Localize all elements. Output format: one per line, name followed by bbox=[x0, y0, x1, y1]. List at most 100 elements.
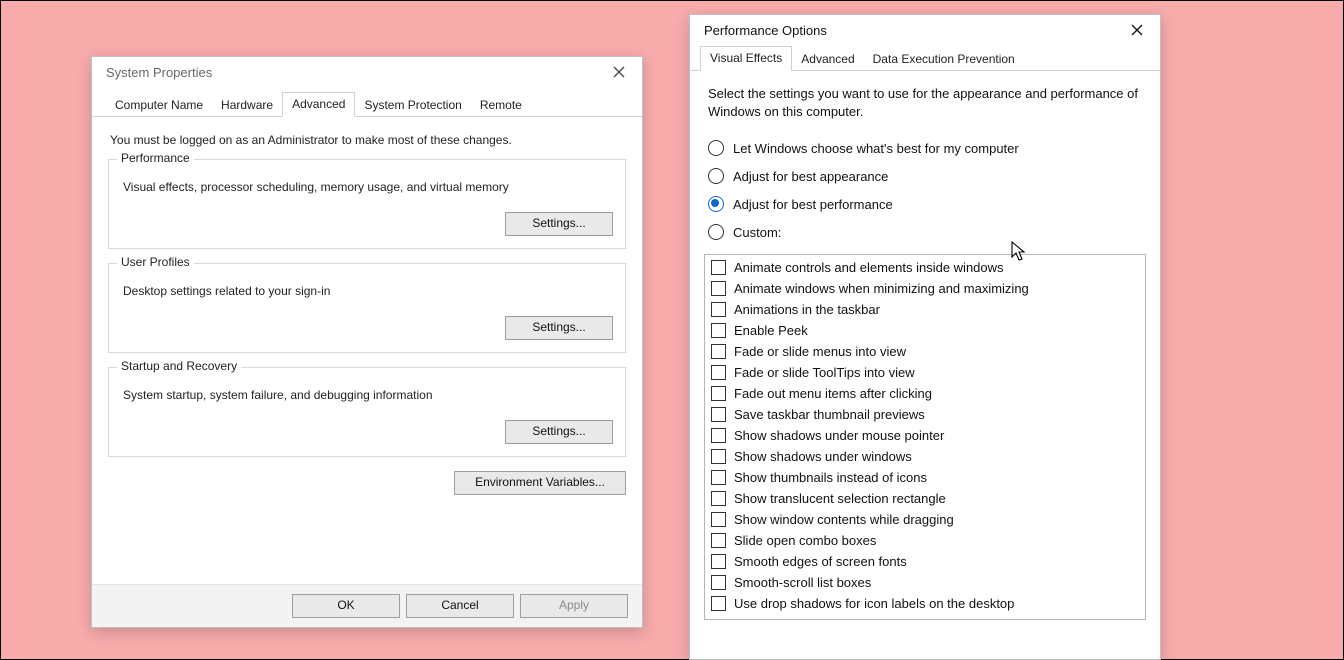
check-item[interactable]: Show shadows under mouse pointer bbox=[709, 425, 1141, 446]
tab-hardware[interactable]: Hardware bbox=[212, 94, 282, 117]
check-item[interactable]: Animate controls and elements inside win… bbox=[709, 257, 1141, 278]
titlebar[interactable]: Performance Options bbox=[690, 15, 1160, 45]
check-item[interactable]: Fade or slide ToolTips into view bbox=[709, 362, 1141, 383]
tab-system-protection[interactable]: System Protection bbox=[355, 94, 470, 117]
radio-bullet-icon bbox=[708, 196, 724, 212]
check-item[interactable]: Save taskbar thumbnail previews bbox=[709, 404, 1141, 425]
check-item[interactable]: Use drop shadows for icon labels on the … bbox=[709, 593, 1141, 614]
dialog-footer: OK Cancel Apply bbox=[92, 584, 642, 627]
tab-visual-effects[interactable]: Visual Effects bbox=[700, 46, 792, 71]
radio-custom[interactable]: Custom: bbox=[708, 218, 1142, 246]
check-label: Show shadows under windows bbox=[734, 449, 912, 464]
page-description: Select the settings you want to use for … bbox=[708, 85, 1142, 120]
tabstrip: Computer Name Hardware Advanced System P… bbox=[92, 91, 642, 117]
performance-options-window: Performance Options Visual Effects Advan… bbox=[689, 14, 1161, 660]
checkbox-icon[interactable] bbox=[711, 386, 726, 401]
environment-variables-button[interactable]: Environment Variables... bbox=[454, 471, 626, 495]
check-item[interactable]: Show thumbnails instead of icons bbox=[709, 467, 1141, 488]
ok-button[interactable]: OK bbox=[292, 594, 400, 618]
group-startup-recovery: Startup and Recovery System startup, sys… bbox=[108, 367, 626, 457]
check-item[interactable]: Enable Peek bbox=[709, 320, 1141, 341]
radio-best-performance[interactable]: Adjust for best performance bbox=[708, 190, 1142, 218]
admin-note: You must be logged on as an Administrato… bbox=[110, 133, 624, 147]
radio-label: Custom: bbox=[733, 225, 781, 240]
window-title: Performance Options bbox=[704, 23, 827, 38]
radio-label: Let Windows choose what's best for my co… bbox=[733, 141, 1019, 156]
cancel-button[interactable]: Cancel bbox=[406, 594, 514, 618]
check-label: Fade or slide menus into view bbox=[734, 344, 906, 359]
check-item[interactable]: Show translucent selection rectangle bbox=[709, 488, 1141, 509]
group-performance-desc: Visual effects, processor scheduling, me… bbox=[123, 180, 611, 194]
performance-settings-button[interactable]: Settings... bbox=[505, 212, 613, 236]
checkbox-icon[interactable] bbox=[711, 491, 726, 506]
tab-body: You must be logged on as an Administrato… bbox=[92, 117, 642, 507]
checkbox-icon[interactable] bbox=[711, 596, 726, 611]
group-user-profiles-legend: User Profiles bbox=[117, 255, 194, 269]
check-item[interactable]: Show window contents while dragging bbox=[709, 509, 1141, 530]
checkbox-icon[interactable] bbox=[711, 470, 726, 485]
check-label: Enable Peek bbox=[734, 323, 808, 338]
titlebar[interactable]: System Properties bbox=[92, 57, 642, 87]
check-item[interactable]: Animate windows when minimizing and maxi… bbox=[709, 278, 1141, 299]
radio-group: Let Windows choose what's best for my co… bbox=[708, 134, 1142, 246]
group-startup-recovery-desc: System startup, system failure, and debu… bbox=[123, 388, 611, 402]
group-performance: Performance Visual effects, processor sc… bbox=[108, 159, 626, 249]
checkbox-icon[interactable] bbox=[711, 260, 726, 275]
tab-dep[interactable]: Data Execution Prevention bbox=[864, 48, 1024, 71]
tab-remote[interactable]: Remote bbox=[471, 94, 531, 117]
check-label: Fade or slide ToolTips into view bbox=[734, 365, 915, 380]
startup-recovery-settings-button[interactable]: Settings... bbox=[505, 420, 613, 444]
radio-bullet-icon bbox=[708, 168, 724, 184]
check-label: Fade out menu items after clicking bbox=[734, 386, 932, 401]
check-label: Show translucent selection rectangle bbox=[734, 491, 946, 506]
checkbox-icon[interactable] bbox=[711, 449, 726, 464]
close-icon[interactable] bbox=[604, 59, 634, 85]
checkbox-icon[interactable] bbox=[711, 575, 726, 590]
group-user-profiles: User Profiles Desktop settings related t… bbox=[108, 263, 626, 353]
radio-best-appearance[interactable]: Adjust for best appearance bbox=[708, 162, 1142, 190]
check-label: Save taskbar thumbnail previews bbox=[734, 407, 925, 422]
tab-advanced[interactable]: Advanced bbox=[282, 92, 355, 117]
tabstrip: Visual Effects Advanced Data Execution P… bbox=[690, 45, 1160, 71]
checkbox-icon[interactable] bbox=[711, 554, 726, 569]
radio-let-windows-choose[interactable]: Let Windows choose what's best for my co… bbox=[708, 134, 1142, 162]
apply-button[interactable]: Apply bbox=[520, 594, 628, 618]
tab-computer-name[interactable]: Computer Name bbox=[106, 94, 212, 117]
check-label: Smooth-scroll list boxes bbox=[734, 575, 871, 590]
system-properties-window: System Properties Computer Name Hardware… bbox=[91, 56, 643, 628]
check-item[interactable]: Slide open combo boxes bbox=[709, 530, 1141, 551]
check-label: Animate windows when minimizing and maxi… bbox=[734, 281, 1029, 296]
check-label: Slide open combo boxes bbox=[734, 533, 876, 548]
user-profiles-settings-button[interactable]: Settings... bbox=[505, 316, 613, 340]
checkbox-icon[interactable] bbox=[711, 323, 726, 338]
desktop: System Properties Computer Name Hardware… bbox=[0, 0, 1344, 660]
check-item[interactable]: Smooth edges of screen fonts bbox=[709, 551, 1141, 572]
visual-effects-checklist[interactable]: Animate controls and elements inside win… bbox=[704, 254, 1146, 620]
check-label: Show thumbnails instead of icons bbox=[734, 470, 927, 485]
group-startup-recovery-legend: Startup and Recovery bbox=[117, 359, 241, 373]
check-label: Use drop shadows for icon labels on the … bbox=[734, 596, 1014, 611]
check-item[interactable]: Show shadows under windows bbox=[709, 446, 1141, 467]
checkbox-icon[interactable] bbox=[711, 365, 726, 380]
check-item[interactable]: Fade or slide menus into view bbox=[709, 341, 1141, 362]
checkbox-icon[interactable] bbox=[711, 428, 726, 443]
radio-label: Adjust for best appearance bbox=[733, 169, 888, 184]
check-item[interactable]: Fade out menu items after clicking bbox=[709, 383, 1141, 404]
checkbox-icon[interactable] bbox=[711, 512, 726, 527]
checkbox-icon[interactable] bbox=[711, 344, 726, 359]
group-user-profiles-desc: Desktop settings related to your sign-in bbox=[123, 284, 611, 298]
close-icon[interactable] bbox=[1122, 17, 1152, 43]
check-item[interactable]: Smooth-scroll list boxes bbox=[709, 572, 1141, 593]
group-performance-legend: Performance bbox=[117, 151, 194, 165]
tab-advanced[interactable]: Advanced bbox=[792, 48, 863, 71]
check-item[interactable]: Animations in the taskbar bbox=[709, 299, 1141, 320]
checkbox-icon[interactable] bbox=[711, 302, 726, 317]
check-label: Show shadows under mouse pointer bbox=[734, 428, 944, 443]
checkbox-icon[interactable] bbox=[711, 533, 726, 548]
checkbox-icon[interactable] bbox=[711, 407, 726, 422]
checkbox-icon[interactable] bbox=[711, 281, 726, 296]
check-label: Show window contents while dragging bbox=[734, 512, 954, 527]
window-title: System Properties bbox=[106, 65, 212, 80]
radio-bullet-icon bbox=[708, 224, 724, 240]
radio-label: Adjust for best performance bbox=[733, 197, 893, 212]
